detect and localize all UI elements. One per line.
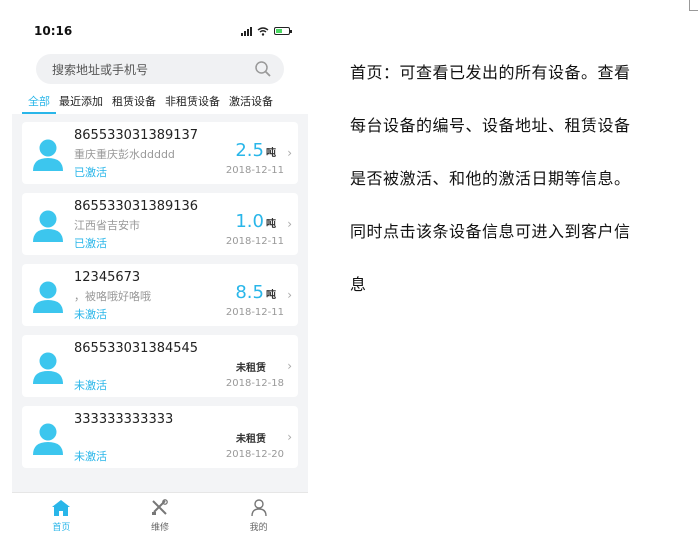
tools-icon — [152, 499, 168, 515]
device-card[interactable]: 865533031389137 重庆重庆彭水ddddd 已激活 2.5 吨 20… — [22, 122, 298, 184]
phone-screen: 10:16 搜索地址或手机号 全部 最近添加 租赁设备 非租赁设备 激活设备 8… — [12, 18, 308, 540]
tonnage: 1.0 吨 — [235, 211, 276, 232]
activation-date: 2018-12-11 — [225, 236, 284, 247]
activation-status: 已激活 — [74, 166, 107, 179]
signal-icon — [241, 26, 252, 36]
tonnage-value: 1.0 — [235, 211, 264, 232]
activation-date: 2018-12-18 — [225, 378, 284, 389]
nav-repair-label: 维修 — [151, 523, 170, 533]
description-line: 同时点击该条设备信息可进入到客户信 — [350, 222, 631, 241]
avatar-icon — [33, 210, 63, 242]
activation-status: 未激活 — [74, 308, 107, 321]
tab-rental[interactable]: 租赁设备 — [112, 90, 156, 114]
nav-home[interactable]: 首页 — [12, 493, 111, 540]
header: 搜索地址或手机号 全部 最近添加 租赁设备 非租赁设备 激活设备 — [12, 46, 308, 114]
device-id: 12345673 — [74, 270, 141, 285]
tonnage-unit: 吨 — [266, 219, 276, 230]
nav-mine-label: 我的 — [249, 523, 268, 533]
wifi-icon — [257, 26, 269, 36]
device-id: 865533031384545 — [74, 341, 199, 356]
description-line: 每台设备的编号、设备地址、租赁设备 — [350, 116, 631, 135]
avatar-icon — [33, 423, 63, 455]
search-placeholder: 搜索地址或手机号 — [52, 62, 149, 77]
tonnage-value: 8.5 — [235, 282, 264, 303]
nav-mine[interactable]: 我的 — [209, 493, 308, 540]
chevron-right-icon: › — [287, 217, 292, 231]
device-list: 865533031389137 重庆重庆彭水ddddd 已激活 2.5 吨 20… — [22, 122, 298, 477]
device-card[interactable]: 865533031389136 江西省吉安市 已激活 1.0 吨 2018-12… — [22, 193, 298, 255]
rental-status: 未租赁 — [236, 434, 266, 445]
tonnage-unit: 吨 — [266, 290, 276, 301]
tab-all[interactable]: 全部 — [22, 90, 56, 114]
tonnage-value: 2.5 — [235, 140, 264, 161]
status-bar: 10:16 — [12, 18, 308, 46]
device-address: 重庆重庆彭水ddddd — [74, 148, 175, 161]
tab-non-rental[interactable]: 非租赁设备 — [165, 90, 220, 114]
chevron-right-icon: › — [287, 288, 292, 302]
device-id: 865533031389137 — [74, 128, 199, 143]
chevron-right-icon: › — [287, 146, 292, 160]
nav-home-label: 首页 — [52, 523, 71, 533]
device-id: 865533031389136 — [74, 199, 199, 214]
device-id: 333333333333 — [74, 412, 174, 427]
avatar-icon — [33, 139, 63, 171]
home-icon — [52, 500, 71, 516]
user-icon — [250, 499, 267, 517]
avatar-icon — [33, 281, 63, 313]
bottom-nav: 首页 维修 我的 — [12, 492, 308, 540]
activation-date: 2018-12-11 — [225, 165, 284, 176]
tonnage: 8.5 吨 — [235, 282, 276, 303]
chevron-right-icon: › — [287, 430, 292, 444]
device-address: ，被咯哦好咯哦 — [74, 290, 151, 303]
description-text: 首页：可查看已发出的所有设备。查看 每台设备的编号、设备地址、租赁设备 是否被激… — [350, 46, 670, 311]
avatar-icon — [33, 352, 63, 384]
rental-status: 未租赁 — [236, 363, 266, 374]
description-line: 是否被激活、和他的激活日期等信息。 — [350, 169, 631, 188]
device-card[interactable]: 12345673 ，被咯哦好咯哦 未激活 8.5 吨 2018-12-11 › — [22, 264, 298, 326]
device-card[interactable]: 865533031384545 未激活 未租赁 2018-12-18 › — [22, 335, 298, 397]
device-address: 江西省吉安市 — [74, 219, 140, 232]
tonnage: 2.5 吨 — [235, 140, 276, 161]
activation-date: 2018-12-20 — [225, 449, 284, 460]
status-icons — [241, 26, 292, 36]
corner-mark — [689, 0, 698, 11]
search-icon[interactable] — [254, 60, 272, 78]
activation-status: 已激活 — [74, 237, 107, 250]
tab-bar: 全部 最近添加 租赁设备 非租赁设备 激活设备 — [12, 90, 308, 114]
activation-date: 2018-12-11 — [225, 307, 284, 318]
activation-status: 未激活 — [74, 379, 107, 392]
description-line: 首页：可查看已发出的所有设备。查看 — [350, 63, 631, 82]
search-input[interactable]: 搜索地址或手机号 — [36, 54, 284, 84]
device-card[interactable]: 333333333333 未激活 未租赁 2018-12-20 › — [22, 406, 298, 468]
activation-status: 未激活 — [74, 450, 107, 463]
tab-recent[interactable]: 最近添加 — [59, 90, 103, 114]
nav-repair[interactable]: 维修 — [111, 493, 210, 540]
tab-activated[interactable]: 激活设备 — [229, 90, 273, 114]
description-line: 息 — [350, 275, 367, 294]
chevron-right-icon: › — [287, 359, 292, 373]
status-time: 10:16 — [34, 24, 73, 38]
battery-icon — [274, 27, 292, 35]
tonnage-unit: 吨 — [266, 148, 276, 159]
